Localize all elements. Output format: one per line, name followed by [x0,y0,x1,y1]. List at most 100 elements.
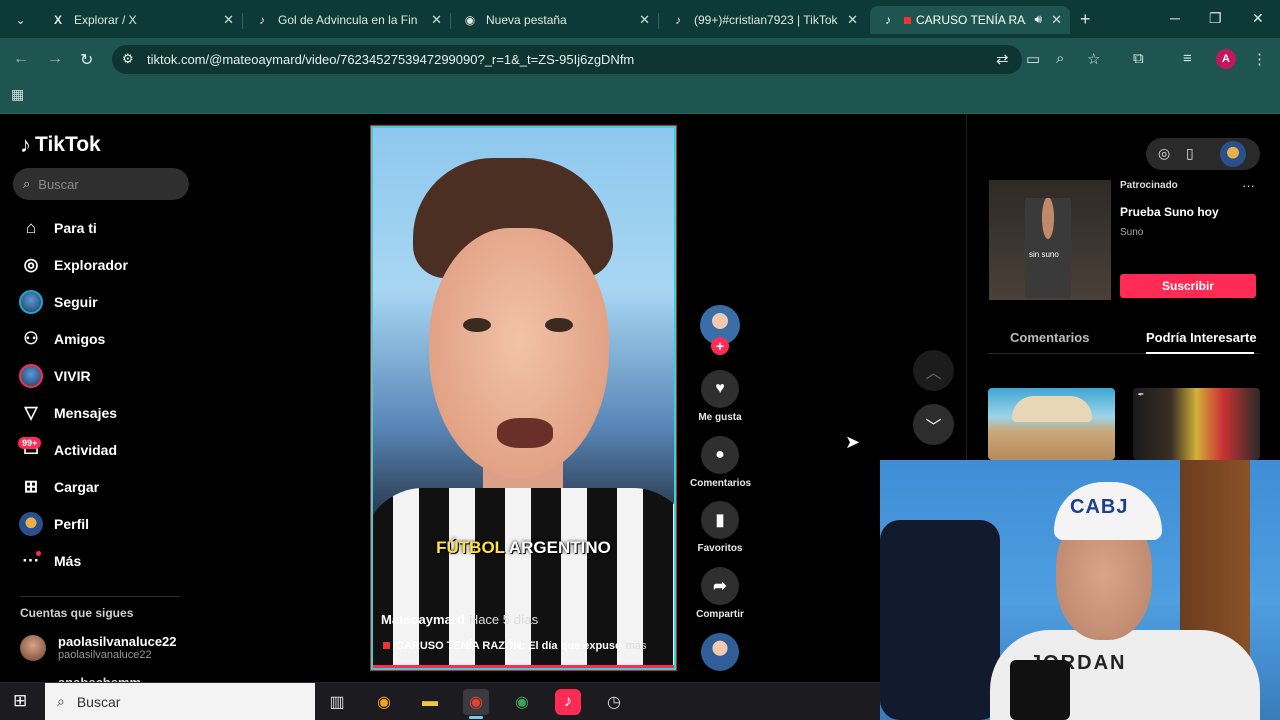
cast-icon[interactable]: ▭ [1026,50,1040,68]
tab-caruso-active[interactable]: ♪ CARUSO TENÍA RAZÓ 🔊︎ ✕ [870,6,1070,34]
tiktok-logo[interactable]: ♪ TikTok [20,132,101,158]
music-disc[interactable] [701,633,739,671]
previous-video-button[interactable]: ︿ [913,350,954,391]
chrome-profile-icon[interactable]: ◉ [463,689,489,715]
bookmark-star-icon[interactable]: ☆ [1087,50,1100,68]
tab-podria-interesarte[interactable]: Podría Interesarte [1146,330,1257,345]
avatar [20,634,46,661]
tiktok-icon: ♪ [259,13,265,27]
sponsored-label: Patrocinado [1120,180,1178,191]
video-player[interactable]: FÚTBOL ARGENTINO Mateoaymard Hace 5 días … [370,125,677,671]
mouse-cursor-icon: ➤ [845,432,861,452]
home-icon: ⌂ [25,218,37,237]
tab-cristian-tiktok[interactable]: ♪ (99+)#cristian7923 | TikTok ✕ [660,6,866,34]
search-input[interactable]: ⌕ Buscar [13,168,189,200]
subscribe-button[interactable]: Suscribir [1120,274,1256,298]
zoom-icon[interactable]: ⌕ [1056,50,1064,67]
forward-button[interactable]: → [47,50,63,68]
recommended-video-thumbnail[interactable]: ✒ [1133,388,1260,460]
recording-dot-icon [904,16,911,24]
speaker-icon[interactable]: 🔊︎ [1034,12,1042,27]
sidebar-item-mas[interactable]: ··· Más [18,547,82,575]
more-link[interactable]: más [626,640,647,652]
video-author[interactable]: Mateoaymard Hace 5 días [381,612,538,627]
sidebar-item-perfil[interactable]: Perfil [18,510,89,538]
apps-grid-icon[interactable]: ▦ [11,86,24,103]
back-button[interactable]: ← [13,50,29,68]
chrome-icon[interactable]: ◉ [509,689,535,715]
share-arrow-icon: ➦ [701,567,739,605]
share-button[interactable]: ➦ Compartir [690,567,750,620]
heart-icon: ♥ [701,370,739,408]
user-avatar[interactable] [1220,141,1246,167]
tiktok-app-icon[interactable]: ♪ [555,689,581,715]
phone-icon[interactable]: ▯ [1186,145,1194,162]
favorites-button[interactable]: ▮ Favoritos [690,501,750,554]
chevron-up-icon: ︿ [925,364,942,382]
comments-button[interactable]: ● Comentarios [690,436,751,489]
x-logo-icon: X [53,13,62,27]
chevron-down-icon: ﹀ [925,418,942,436]
tab-nueva-pestana[interactable]: ◉ Nueva pestaña ✕ [452,6,659,34]
compass-icon[interactable]: ◎ [1158,145,1170,162]
taskbar-search[interactable]: ⌕ Buscar [45,683,315,720]
activity-badge: 99+ [18,437,42,449]
ad-more-icon[interactable]: ··· [1242,178,1255,193]
minimize-button[interactable]: ─ [1170,10,1180,26]
recorder-app-icon[interactable]: ◷ [601,689,627,715]
translate-icon[interactable]: ⇄ [996,50,1009,68]
chrome-canary-icon[interactable]: ◉ [371,689,397,715]
tab-explorar-x[interactable]: X Explorar / X ✕ [40,6,243,34]
tab-comentarios[interactable]: Comentarios [1010,330,1089,345]
sidebar-item-vivir[interactable]: VIVIR [18,362,91,390]
sidebar-item-explorador[interactable]: ◎ Explorador [18,251,128,279]
url-input[interactable]: ⚙ tiktok.com/@mateoaymard/video/76234527… [112,45,1022,74]
recommended-video-thumbnail[interactable] [988,388,1115,460]
top-right-controls: ◎ ▯ [1146,138,1260,170]
following-account[interactable]: paolasilvanaluce22 paolasilvanaluce22 [20,634,177,661]
task-view-icon[interactable]: ▥ [324,689,350,715]
search-icon: ⌕ [57,693,65,709]
extensions-icon[interactable]: ⧉ [1133,50,1144,67]
close-tab-icon[interactable]: ✕ [223,12,234,28]
windows-start-icon[interactable]: ⊞ [13,691,27,711]
send-icon: ▽ [24,403,38,422]
sidebar-item-cargar[interactable]: ⊞ Cargar [18,473,99,501]
tab-search-button[interactable]: ⌄ [0,6,45,34]
compass-icon: ◎ [23,255,39,274]
new-tab-button[interactable]: + [1080,9,1091,30]
restore-button[interactable]: ❐ [1209,10,1222,27]
close-tab-icon[interactable]: ✕ [1051,12,1062,28]
sidebar-item-amigos[interactable]: ⚇ Amigos [18,325,105,353]
site-info-icon[interactable]: ⚙ [122,51,134,67]
ad-thumbnail[interactable]: sin suno [989,180,1111,300]
ad-brand: Suno [1120,227,1144,238]
browser-tab-bar: ⌄ X Explorar / X ✕ ♪ Gol de Advincula en… [0,0,1280,38]
sidebar-item-para-ti[interactable]: ⌂ Para ti [18,214,97,242]
close-tab-icon[interactable]: ✕ [431,12,442,28]
media-controls-icon[interactable]: ≡ [1183,50,1192,67]
bookmark-icon: ▮ [701,501,739,539]
tiktok-icon: ♪ [885,13,891,27]
close-tab-icon[interactable]: ✕ [639,12,650,28]
active-tab-indicator [1146,352,1254,354]
ad-title[interactable]: Prueba Suno hoy [1120,205,1219,219]
upload-icon: ⊞ [23,477,39,496]
comment-icon: ● [701,436,739,474]
sidebar-item-seguir[interactable]: Seguir [18,288,98,316]
file-explorer-icon[interactable]: ▬ [417,689,443,715]
like-button[interactable]: ♥ Me gusta [690,370,750,423]
follow-plus-button[interactable]: + [711,337,729,355]
sidebar-item-mensajes[interactable]: ▽ Mensajes [18,399,117,427]
menu-dots-icon[interactable]: ⋮ [1252,50,1267,68]
tab-gol-advincula[interactable]: ♪ Gol de Advincula en la Final ✕ [244,6,451,34]
channel-logo: ✒ [1137,390,1144,399]
reload-button[interactable]: ↻ [80,50,93,70]
close-tab-icon[interactable]: ✕ [847,12,858,28]
profile-avatar[interactable]: A [1216,49,1236,69]
video-progress-bar[interactable] [373,665,674,668]
close-window-button[interactable]: ✕ [1252,10,1264,27]
next-video-button[interactable]: ﹀ [913,404,954,445]
friends-icon: ⚇ [23,329,39,348]
recording-dot-icon [383,642,390,649]
